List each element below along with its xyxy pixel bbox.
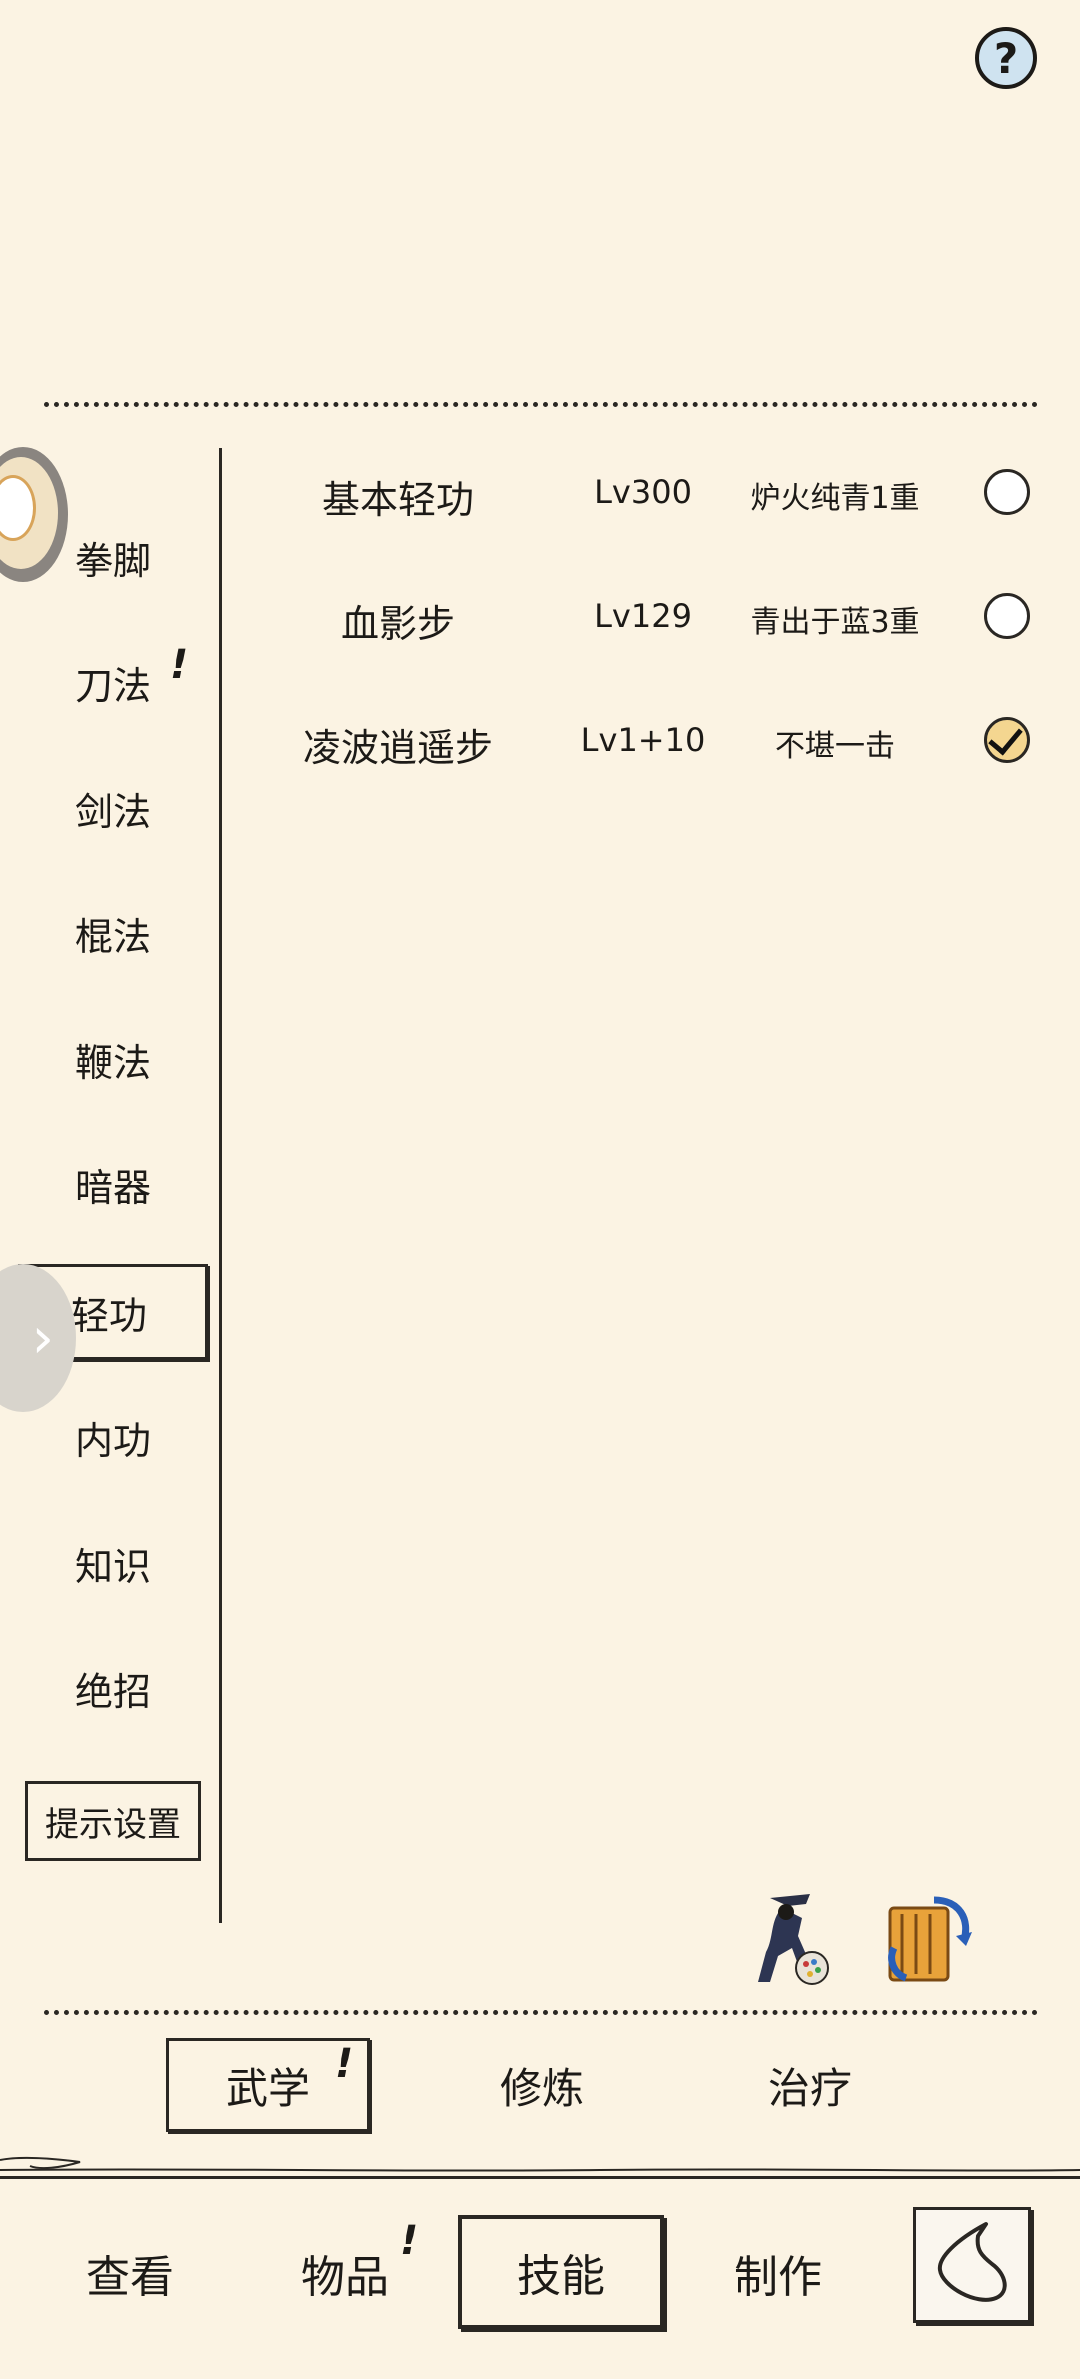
back-icon <box>937 2222 1007 2302</box>
sidebar-item-label: 鞭法 <box>74 1040 151 1085</box>
skill-select-radio[interactable] <box>984 469 1030 515</box>
nav-jineng[interactable]: 技能 <box>458 2215 664 2329</box>
hint-settings-button[interactable]: 提示设置 <box>25 1781 201 1861</box>
sidebar-item-juezhao[interactable]: 绝招 <box>28 1646 198 1730</box>
nav-zhizuo[interactable]: 制作 <box>688 2218 868 2328</box>
sidebar-item-daofa[interactable]: 刀法 ! <box>28 640 198 724</box>
skill-name: 基本轻功 <box>321 478 474 522</box>
alert-mark: ! <box>170 642 189 688</box>
nav-label: 制作 <box>734 2252 822 2303</box>
sidebar-item-label: 剑法 <box>74 789 151 834</box>
sidebar-item-label: 棍法 <box>74 914 151 959</box>
skill-tier: 不堪一击 <box>775 729 895 764</box>
skill-tier: 青出于蓝3重 <box>750 605 920 640</box>
help-label: ? <box>993 33 1019 83</box>
sidebar-item-anqi[interactable]: 暗器 <box>28 1142 198 1226</box>
hint-settings-label: 提示设置 <box>45 1804 181 1845</box>
sidebar-item-label: 轻功 <box>70 1293 147 1338</box>
subtab-label: 治疗 <box>767 2063 852 2113</box>
divider-bottom <box>44 2010 1038 2015</box>
nav-label: 物品 <box>301 2252 389 2303</box>
sidebar-item-neigong[interactable]: 内功 <box>28 1395 198 1479</box>
help-button[interactable]: ? <box>975 27 1037 89</box>
sidebar-item-jianfa[interactable]: 剑法 <box>28 766 198 850</box>
skill-tier: 炉火纯青1重 <box>750 481 920 516</box>
subtab-zhiliao[interactable]: 治疗 <box>708 2038 912 2132</box>
skill-select-radio-checked[interactable] <box>984 717 1030 763</box>
martial-figure-icon[interactable] <box>740 1890 840 1990</box>
nav-wupin[interactable]: 物品 ! <box>255 2218 435 2328</box>
skill-select-radio[interactable] <box>984 593 1030 639</box>
skill-row[interactable]: 血影步 Lv129 青出于蓝3重 <box>268 589 1058 646</box>
sidebar-item-label: 暗器 <box>74 1165 151 1210</box>
sidebar-item-bianfa[interactable]: 鞭法 <box>28 1017 198 1101</box>
skill-level: Lv129 <box>594 597 692 635</box>
divider-top <box>44 402 1038 407</box>
skill-name: 血影步 <box>340 602 455 646</box>
sidebar-item-label: 内功 <box>74 1418 151 1463</box>
nav-chakan[interactable]: 查看 <box>40 2218 220 2328</box>
nav-label: 技能 <box>517 2251 605 2302</box>
subtab-wuxue[interactable]: 武学 ! <box>166 2038 370 2132</box>
sidebar-divider <box>219 448 222 1923</box>
subtab-label: 武学 <box>225 2063 310 2113</box>
alert-mark: ! <box>400 2218 419 2264</box>
skill-row[interactable]: 凌波逍遥步 Lv1+10 不堪一击 <box>268 713 1058 770</box>
skill-row[interactable]: 基本轻功 Lv300 炉火纯青1重 <box>268 465 1058 522</box>
sidebar-item-label: 刀法 <box>74 663 151 708</box>
skill-level: Lv300 <box>594 473 692 511</box>
sidebar-item-zhishi[interactable]: 知识 <box>28 1521 198 1605</box>
alert-mark: ! <box>335 2041 354 2087</box>
sidebar-item-label: 拳脚 <box>74 538 151 583</box>
nav-label: 查看 <box>86 2252 174 2303</box>
subtab-label: 修炼 <box>499 2063 584 2113</box>
sidebar-item-quanjiao[interactable]: 拳脚 <box>28 515 198 599</box>
swap-scroll-icon[interactable] <box>876 1890 976 1990</box>
sidebar-item-label: 绝招 <box>74 1669 151 1714</box>
ink-scribble <box>0 2156 1080 2172</box>
skill-level: Lv1+10 <box>580 721 706 759</box>
subtab-xiulian[interactable]: 修炼 <box>440 2038 644 2132</box>
skill-name: 凌波逍遥步 <box>302 726 493 770</box>
back-button[interactable] <box>913 2207 1031 2323</box>
sidebar-item-label: 知识 <box>74 1544 151 1589</box>
sidebar-item-gunfa[interactable]: 棍法 <box>28 891 198 975</box>
